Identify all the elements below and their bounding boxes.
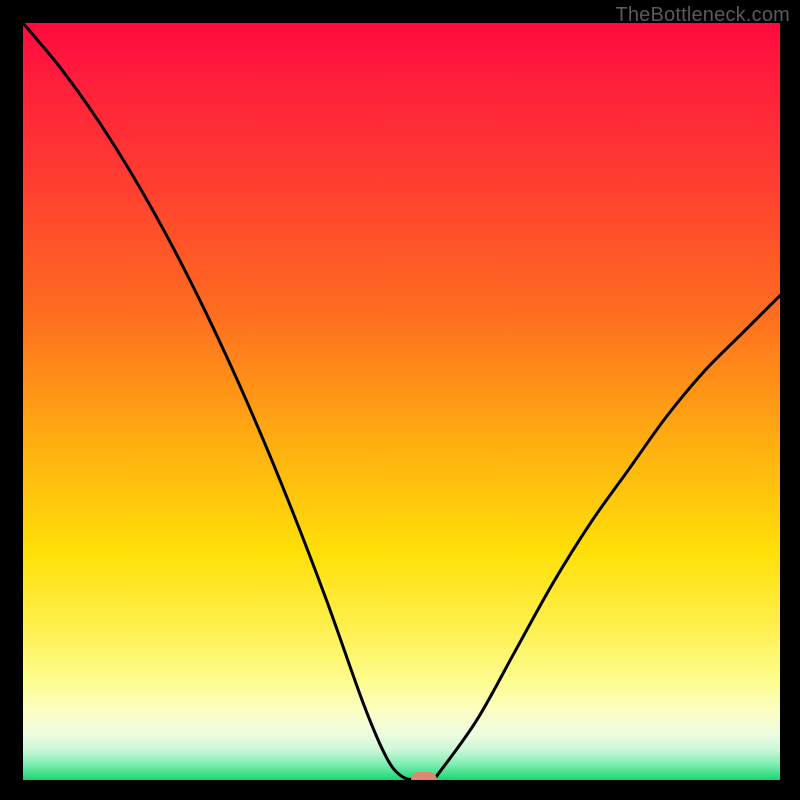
watermark-text: TheBottleneck.com	[615, 4, 790, 27]
chart-canvas: TheBottleneck.com	[0, 0, 800, 800]
bottleneck-curve	[23, 23, 780, 780]
minimum-marker	[411, 772, 437, 780]
plot-area	[23, 23, 780, 780]
